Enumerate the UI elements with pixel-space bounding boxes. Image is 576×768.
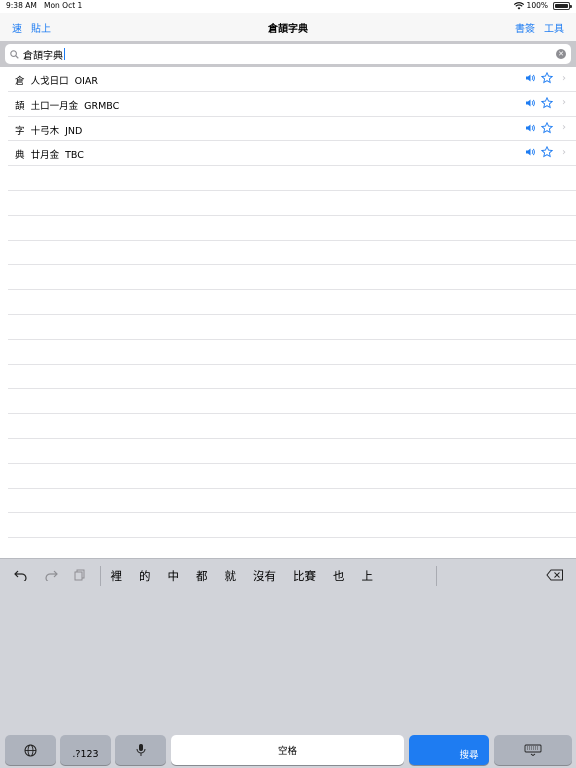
empty-row xyxy=(8,414,576,439)
row-parts: 廿月金 xyxy=(30,150,60,162)
chevron-right-icon: › xyxy=(562,122,566,134)
row-parts: 土口一月金 xyxy=(30,100,79,112)
divider xyxy=(436,566,437,586)
speaker-icon[interactable] xyxy=(525,98,535,108)
empty-row xyxy=(8,290,576,315)
row-text: 字 十弓木 JND xyxy=(15,123,82,137)
row-char: 頡 xyxy=(15,100,25,112)
hide-keyboard-key[interactable] xyxy=(494,735,572,765)
list-item[interactable]: 典 廿月金 TBC › xyxy=(8,141,576,167)
list-item[interactable]: 頡 土口一月金 GRMBC › xyxy=(8,92,576,117)
microphone-icon xyxy=(136,744,145,756)
row-text: 典 廿月金 TBC xyxy=(15,147,84,161)
status-date: Mon Oct 1 xyxy=(43,1,83,10)
paste-icon[interactable] xyxy=(74,569,85,581)
empty-row xyxy=(8,241,576,266)
row-parts: 人戈日口 xyxy=(30,76,69,87)
prediction-word[interactable]: 裡 xyxy=(102,568,131,584)
chevron-right-icon: › xyxy=(562,97,566,109)
speaker-icon[interactable] xyxy=(525,147,535,157)
delete-icon[interactable] xyxy=(546,569,564,581)
row-code: TBC xyxy=(65,150,84,162)
prediction-word[interactable]: 比賽 xyxy=(285,568,325,584)
row-code: JND xyxy=(65,125,83,137)
navigation-bar: 速 貼上 倉頡字典 書簽 工具 xyxy=(0,13,576,41)
search-input[interactable]: 倉頡字典 ✕ xyxy=(5,44,571,64)
prediction-word[interactable]: 沒有 xyxy=(245,568,285,584)
list-item[interactable]: 倉 人戈日口 OIAR › xyxy=(8,67,576,92)
row-code: OIAR xyxy=(74,76,99,87)
clear-icon[interactable]: ✕ xyxy=(556,49,566,59)
list-item[interactable]: 字 十弓木 JND › xyxy=(8,117,576,142)
star-icon[interactable] xyxy=(541,121,553,134)
globe-icon xyxy=(24,744,37,756)
empty-row xyxy=(8,216,576,241)
space-key[interactable]: 空格 xyxy=(171,735,404,765)
star-icon[interactable] xyxy=(541,146,553,158)
keyboard: .?123 空格 搜尋 xyxy=(0,592,576,768)
empty-row xyxy=(8,513,576,539)
status-time: 9:38 AM xyxy=(6,1,37,10)
empty-row xyxy=(8,464,576,489)
search-icon xyxy=(10,49,19,59)
prediction-word[interactable]: 都 xyxy=(188,568,217,584)
search-key-label: 搜尋 xyxy=(459,750,479,761)
prediction-bar: 裡 的 中 都 就 沒有 比賽 也 上 xyxy=(0,558,576,592)
dictation-key[interactable] xyxy=(115,735,166,765)
empty-row xyxy=(8,340,576,365)
text-cursor xyxy=(64,48,65,60)
divider xyxy=(100,566,101,586)
empty-row xyxy=(8,365,576,390)
undo-icon[interactable] xyxy=(14,569,28,581)
row-char: 典 xyxy=(15,150,25,162)
row-char: 倉 xyxy=(15,76,25,87)
row-char: 字 xyxy=(15,125,25,137)
search-key[interactable]: 搜尋 xyxy=(409,735,489,765)
numbers-key-label: .?123 xyxy=(72,748,99,760)
status-left: 9:38 AM Mon Oct 1 xyxy=(6,0,82,12)
wifi-icon xyxy=(513,2,524,10)
row-code: GRMBC xyxy=(84,100,120,112)
battery-percent: 100% xyxy=(526,1,548,10)
chevron-right-icon: › xyxy=(562,72,566,84)
speaker-icon[interactable] xyxy=(525,123,535,133)
tools-button[interactable]: 工具 xyxy=(544,20,564,35)
prediction-word[interactable]: 中 xyxy=(159,568,188,584)
prediction-word[interactable]: 的 xyxy=(131,568,160,584)
numbers-key[interactable]: .?123 xyxy=(60,735,111,765)
prediction-word[interactable]: 就 xyxy=(216,568,245,584)
empty-row xyxy=(8,489,576,514)
speaker-icon[interactable] xyxy=(525,73,535,83)
empty-row xyxy=(8,191,576,216)
prediction-word[interactable]: 上 xyxy=(353,568,382,584)
search-bar: 倉頡字典 ✕ xyxy=(0,41,576,67)
battery-icon xyxy=(553,2,572,10)
star-icon[interactable] xyxy=(541,72,553,84)
empty-row xyxy=(8,265,576,291)
prediction-words: 裡 的 中 都 就 沒有 比賽 也 上 xyxy=(102,559,382,593)
page-title: 倉頡字典 xyxy=(268,24,308,35)
chevron-right-icon: › xyxy=(562,146,566,158)
status-right: 100% xyxy=(513,0,572,12)
empty-row xyxy=(8,389,576,415)
empty-row xyxy=(8,439,576,464)
results-list: 倉 人戈日口 OIAR › 頡 土口一月金 GRMBC › 字 十弓木 JND … xyxy=(0,67,576,557)
space-key-label: 空格 xyxy=(277,746,297,757)
redo-icon[interactable] xyxy=(44,569,58,581)
row-text: 頡 土口一月金 GRMBC xyxy=(15,98,119,112)
keyboard-dismiss-icon xyxy=(524,744,542,756)
status-bar: 9:38 AM Mon Oct 1 100% xyxy=(0,0,576,13)
prediction-word[interactable]: 也 xyxy=(325,568,354,584)
bookmarks-button[interactable]: 書簽 xyxy=(515,20,535,35)
row-parts: 十弓木 xyxy=(30,125,60,137)
globe-key[interactable] xyxy=(5,735,56,765)
row-text: 倉 人戈日口 OIAR xyxy=(15,73,98,87)
star-icon[interactable] xyxy=(541,96,553,109)
empty-row xyxy=(8,315,576,340)
empty-row xyxy=(8,166,576,191)
search-query: 倉頡字典 xyxy=(23,50,63,62)
